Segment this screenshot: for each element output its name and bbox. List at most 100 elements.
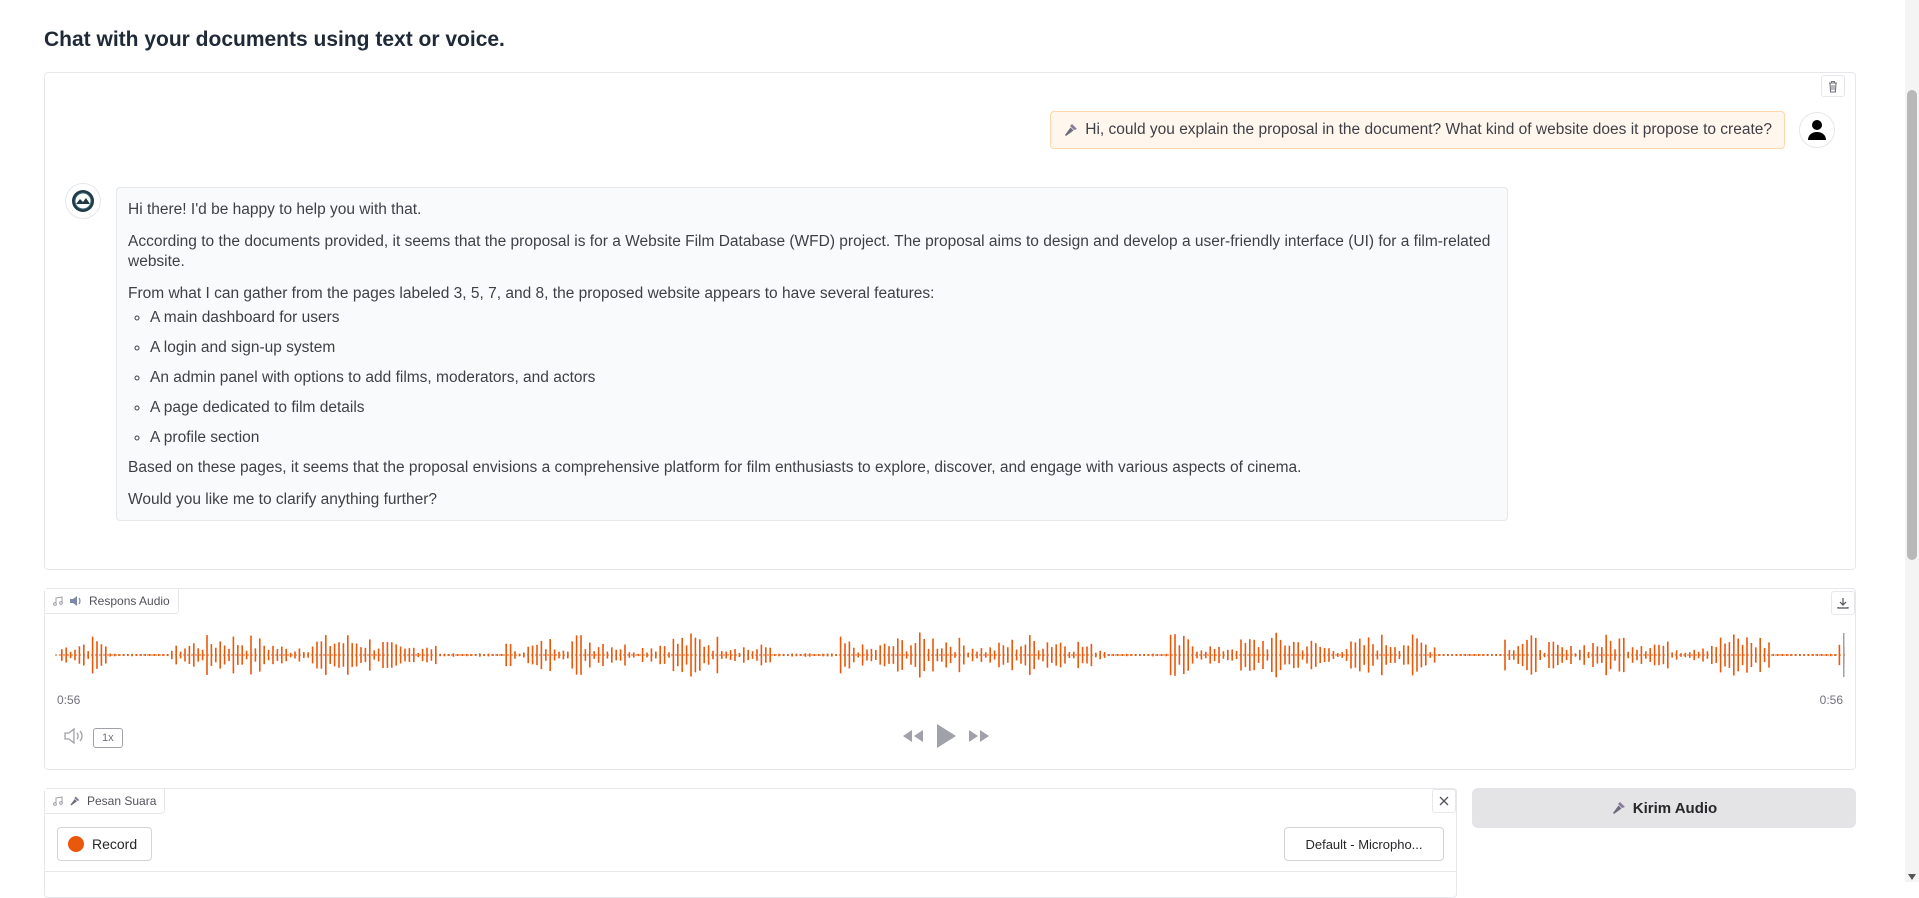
waveform-bar bbox=[289, 652, 292, 658]
waveform-bar bbox=[536, 644, 538, 666]
waveform-bar bbox=[1191, 646, 1194, 664]
waveform-bar bbox=[1037, 650, 1040, 660]
waveform-bar bbox=[1332, 651, 1335, 659]
waveform-bar bbox=[901, 640, 903, 670]
close-button[interactable] bbox=[1432, 789, 1456, 813]
record-dot-icon bbox=[68, 836, 84, 852]
waveform-bar bbox=[1565, 649, 1568, 661]
waveform-bar bbox=[1077, 641, 1079, 669]
waveform-bar bbox=[382, 642, 384, 668]
waveform-bar bbox=[193, 643, 195, 667]
rewind-icon[interactable] bbox=[901, 728, 925, 744]
waveform-bar bbox=[1623, 637, 1625, 673]
scrollbar-thumb[interactable] bbox=[1907, 90, 1917, 560]
scroll-down-arrow-icon[interactable] bbox=[1908, 874, 1916, 880]
waveform-bar bbox=[619, 649, 622, 661]
waveform-bar bbox=[1689, 652, 1691, 658]
waveform-bar bbox=[883, 643, 886, 667]
waveform-bar bbox=[1007, 647, 1009, 663]
waveform-bar bbox=[232, 636, 235, 674]
waveform-bar bbox=[839, 636, 842, 674]
waveform-bar bbox=[743, 647, 745, 663]
waveform-bar bbox=[1064, 646, 1066, 664]
chatbot-panel[interactable]: Hi, could you explain the proposal in th… bbox=[44, 72, 1856, 570]
waveform-bar bbox=[435, 645, 437, 665]
clear-chat-button[interactable] bbox=[1821, 75, 1845, 97]
waveform-bar bbox=[1169, 634, 1172, 676]
waveform-bar bbox=[773, 654, 776, 656]
waveform-bar bbox=[1834, 654, 1836, 656]
waveform-bar bbox=[351, 643, 353, 667]
volume-button[interactable] bbox=[63, 727, 85, 750]
waveform-bar bbox=[523, 652, 525, 658]
waveform-bar bbox=[954, 652, 956, 658]
waveform-bar bbox=[712, 650, 714, 660]
waveform-bar bbox=[1750, 643, 1753, 667]
waveform-bar bbox=[787, 654, 789, 656]
waveform-bar bbox=[1183, 635, 1185, 675]
send-audio-button[interactable]: Kirim Audio bbox=[1472, 788, 1856, 828]
fast-forward-icon[interactable] bbox=[967, 728, 991, 744]
list-item: An admin panel with options to add films… bbox=[150, 368, 1496, 388]
waveform-bar bbox=[1086, 646, 1088, 664]
playback-speed-button[interactable]: 1x bbox=[93, 728, 123, 748]
waveform-bar bbox=[320, 641, 323, 669]
waveform-bar bbox=[1825, 654, 1827, 656]
microphone-icon bbox=[1065, 124, 1078, 136]
waveform-bar bbox=[721, 651, 723, 659]
waveform-bar bbox=[1499, 654, 1502, 656]
waveform-bar bbox=[553, 649, 556, 661]
record-button[interactable]: Record bbox=[57, 827, 153, 861]
waveform-bar bbox=[1266, 649, 1269, 661]
list-item: A profile section bbox=[150, 428, 1496, 448]
waveform-bar bbox=[1587, 651, 1590, 659]
waveform-bar bbox=[1354, 642, 1357, 668]
waveform-bar bbox=[1381, 634, 1383, 676]
waveform-bar bbox=[1407, 645, 1409, 665]
bot-message-paragraph: Based on these pages, it seems that the … bbox=[128, 459, 1302, 476]
waveform-bar bbox=[1552, 641, 1555, 669]
waveform-bar bbox=[716, 636, 719, 674]
waveform-bar bbox=[1530, 635, 1533, 675]
page-scrollbar[interactable] bbox=[1905, 0, 1919, 882]
waveform-bar bbox=[83, 644, 85, 666]
waveform-bar bbox=[140, 654, 142, 656]
waveform-bar bbox=[127, 654, 129, 656]
bot-feature-list: A main dashboard for users A login and s… bbox=[128, 308, 1496, 448]
audio-waveform[interactable] bbox=[55, 627, 1847, 683]
waveform-bar bbox=[567, 651, 569, 659]
list-item: A login and sign-up system bbox=[150, 338, 1496, 358]
waveform-bar bbox=[373, 650, 375, 660]
waveform-bar bbox=[131, 653, 133, 657]
waveform-bar bbox=[1570, 646, 1572, 664]
waveform-bar bbox=[1781, 653, 1783, 657]
waveform-bar bbox=[1433, 647, 1436, 663]
waveform-bar bbox=[483, 654, 485, 656]
download-button[interactable] bbox=[1831, 591, 1855, 615]
waveform-bar bbox=[421, 648, 424, 662]
waveform-bar bbox=[1653, 644, 1656, 666]
waveform-bar bbox=[1187, 639, 1189, 671]
waveform-bar bbox=[936, 648, 939, 662]
waveform-bar bbox=[413, 647, 415, 663]
waveform-bar bbox=[795, 653, 798, 657]
waveform-bar bbox=[993, 650, 996, 660]
waveform-bar bbox=[791, 653, 793, 657]
bot-avatar bbox=[65, 183, 101, 219]
waveform-bar bbox=[1315, 643, 1317, 667]
waveform-bar bbox=[870, 648, 873, 662]
waveform-bar bbox=[1011, 639, 1013, 671]
waveform-bar bbox=[857, 652, 859, 658]
play-icon[interactable] bbox=[935, 723, 957, 749]
waveform-bar bbox=[109, 653, 111, 657]
waveform-bar bbox=[1306, 646, 1308, 664]
waveform-bar bbox=[509, 643, 512, 667]
microphone-icon bbox=[1612, 802, 1625, 814]
microphone-select[interactable]: Default - Micropho... bbox=[1284, 827, 1444, 861]
waveform-bar bbox=[259, 638, 261, 672]
waveform-bar bbox=[1403, 645, 1405, 665]
waveform-bar bbox=[1482, 654, 1484, 656]
trash-icon bbox=[1829, 80, 1837, 93]
divider bbox=[45, 871, 1456, 872]
waveform-bar bbox=[417, 652, 419, 658]
